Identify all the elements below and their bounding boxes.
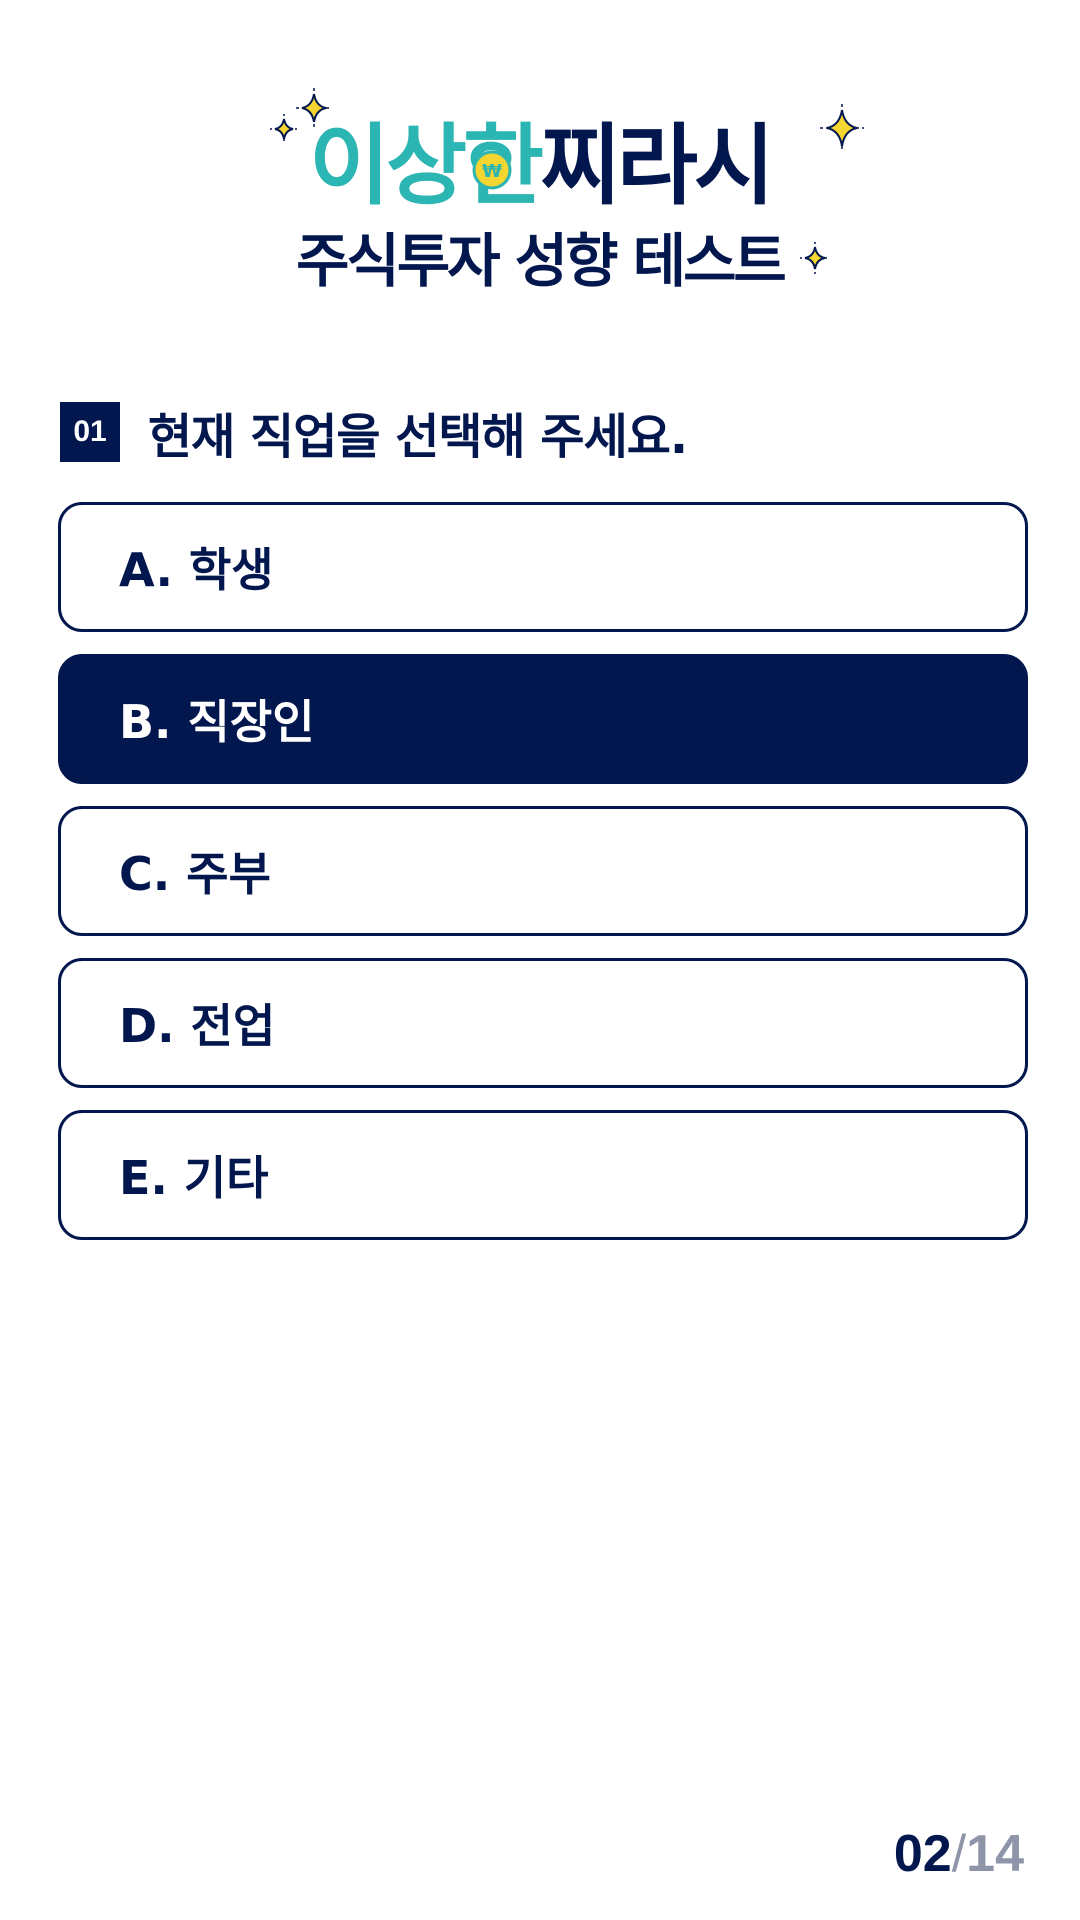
option-label: E. 기타 xyxy=(119,1151,269,1205)
option-label: C. 주부 xyxy=(119,847,271,901)
logo-title-part2: 찌라시 xyxy=(540,114,775,217)
option-label: D. 전업 xyxy=(119,999,276,1053)
option-d-button[interactable]: D. 전업 xyxy=(58,958,1028,1088)
progress-separator: / xyxy=(951,1825,967,1883)
question-text: 현재 직업을 선택해 주세요. xyxy=(148,409,688,465)
logo: 이상한찌라시 ₩ 주식투자 성향 테스트 xyxy=(0,0,1080,320)
option-a-button[interactable]: A. 학생 xyxy=(58,502,1028,632)
option-label: A. 학생 xyxy=(119,543,274,597)
won-coin-icon: ₩ xyxy=(472,150,512,190)
question-header: 01 현재 직업을 선택해 주세요. xyxy=(60,402,688,465)
coin-symbol: ₩ xyxy=(482,161,502,182)
progress-total: 14 xyxy=(966,1825,1024,1883)
option-e-button[interactable]: E. 기타 xyxy=(58,1110,1028,1240)
logo-subtitle: 주식투자 성향 테스트 xyxy=(296,227,787,295)
option-b-button[interactable]: B. 직장인 xyxy=(58,654,1028,784)
progress-current: 02 xyxy=(893,1825,952,1883)
quiz-screen: 이상한찌라시 ₩ 주식투자 성향 테스트 01 현재 직업을 선택해 주세요. … xyxy=(0,0,1080,1920)
question-number-badge: 01 xyxy=(60,402,120,462)
progress-indicator: 02/14 xyxy=(894,1828,1024,1880)
logo-title-part1: 이상 xyxy=(309,114,467,217)
logo-title: 이상한찌라시 xyxy=(0,122,1080,210)
option-c-button[interactable]: C. 주부 xyxy=(58,806,1028,936)
answer-options: A. 학생 B. 직장인 C. 주부 D. 전업 E. 기타 xyxy=(58,502,1028,1262)
option-label: B. 직장인 xyxy=(119,695,315,749)
